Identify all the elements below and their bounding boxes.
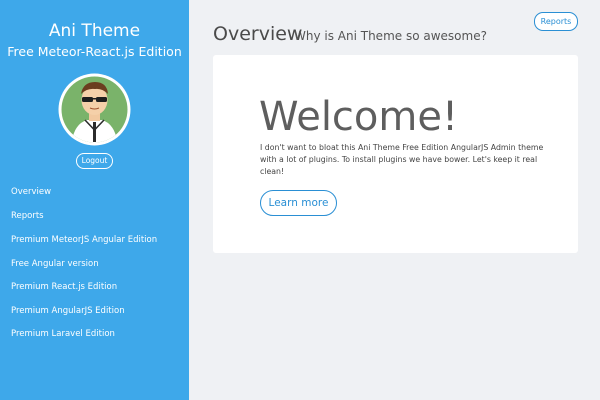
avatar [58,73,131,146]
welcome-text: I don't want to bloat this Ani Theme Fre… [260,143,544,176]
sidebar-item-premium-react[interactable]: Premium React.js Edition [11,279,117,295]
welcome-heading: Welcome! [259,94,459,140]
sidebar-item-premium-laravel[interactable]: Premium Laravel Edition [11,326,115,342]
sidebar-item-overview[interactable]: Overview [11,184,51,200]
learn-more-button[interactable]: Learn more [260,190,337,216]
brand-subtitle: Free Meteor-React.js Edition [7,44,182,59]
reports-button[interactable]: Reports [534,12,578,31]
brand-title: Ani Theme [48,21,141,41]
page-subtitle: Why is Ani Theme so awesome? [294,29,487,43]
sidebar: Ani Theme Free Meteor-React.js Edition L… [0,0,189,400]
sidebar-item-premium-meteorjs-angular[interactable]: Premium MeteorJS Angular Edition [11,232,157,248]
sidebar-item-free-angular[interactable]: Free Angular version [11,256,99,272]
sidebar-item-premium-angularjs[interactable]: Premium AngularJS Edition [11,303,125,319]
sidebar-item-reports[interactable]: Reports [11,208,44,224]
page-title: Overview [213,23,303,45]
logout-button[interactable]: Logout [76,153,113,169]
